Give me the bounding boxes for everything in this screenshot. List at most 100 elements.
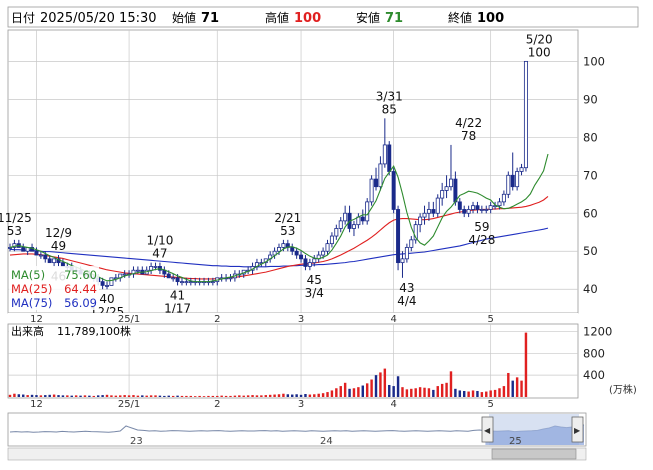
candle-down	[166, 273, 171, 279]
volume-bar-down	[361, 385, 364, 397]
annotation-date: 1/10	[146, 234, 173, 248]
candle-down	[34, 250, 39, 256]
candle-up	[444, 186, 449, 191]
candle-up	[277, 247, 281, 252]
volume-bar-up	[445, 382, 448, 397]
volume-bar-up	[326, 392, 329, 397]
volume-bar-up	[127, 395, 131, 397]
candle-up	[497, 201, 502, 207]
volume-bar-up	[273, 394, 276, 397]
volume-y-tick-label: 800	[583, 346, 605, 360]
navigator-scrollbar-thumb[interactable]	[491, 448, 577, 460]
candle-up	[149, 266, 154, 271]
candle-up	[351, 224, 356, 229]
price-y-tick-label: 50	[583, 244, 598, 258]
volume-bar-up	[370, 379, 373, 397]
volume-y-tick-label: 1200	[583, 324, 612, 338]
volume-bar-up	[365, 383, 369, 397]
volume-bar-up	[194, 396, 197, 397]
volume-bar-up	[52, 394, 56, 397]
price-y-tick-label: 40	[583, 282, 598, 296]
price-x-tick-label: 12	[30, 314, 43, 325]
volume-bar-up	[154, 395, 157, 397]
volume-bar-up	[149, 395, 153, 397]
volume-bar-down	[304, 394, 307, 397]
navigator-right-handle[interactable]: ▶	[571, 416, 584, 443]
candle-up	[422, 212, 427, 218]
candle-up	[501, 193, 506, 203]
volume-unit-label: (万株)	[609, 383, 637, 396]
annotation-value: 49	[51, 239, 66, 253]
volume-bar-up	[357, 387, 360, 397]
price-y-tick-label: 60	[583, 206, 598, 220]
volume-bar-up	[277, 394, 281, 397]
candle-down	[303, 258, 308, 267]
volume-bar-down	[458, 390, 462, 397]
volume-bar-up	[202, 396, 206, 397]
volume-bar-down	[61, 395, 65, 397]
candle-up	[105, 285, 110, 287]
candle-down	[290, 247, 295, 252]
volume-bar-up	[427, 388, 431, 397]
volume-bar-up	[66, 395, 69, 397]
candle-up	[400, 258, 405, 264]
candle-down	[175, 277, 180, 283]
candle-up	[471, 205, 476, 210]
candle-up	[171, 277, 176, 280]
navigator-label-23: 23	[130, 436, 143, 447]
annotation-value: 85	[382, 102, 397, 116]
volume-x-tick-label: 12	[30, 399, 43, 410]
volume-bar-up	[110, 395, 113, 397]
candle-down	[457, 201, 462, 210]
volume-bar-down	[388, 384, 391, 397]
price-x-tick-label: 5	[487, 314, 493, 325]
volume-bar-up	[423, 387, 426, 397]
candle-down	[47, 258, 52, 264]
volume-bar-up	[123, 395, 126, 397]
ma75-legend-value: 56.09	[64, 296, 97, 310]
volume-bar-down	[374, 375, 378, 397]
candle-up	[426, 209, 431, 214]
navigator-left-handle[interactable]: ◀	[481, 416, 494, 443]
volume-bar-up	[502, 386, 506, 397]
candle-down	[43, 254, 48, 260]
volume-bar-up	[268, 394, 272, 397]
candle-up	[109, 277, 114, 286]
volume-bar-down	[392, 386, 395, 397]
volume-bar-up	[282, 393, 285, 397]
volume-bar-up	[26, 395, 29, 397]
volume-bar-up	[83, 395, 87, 397]
volume-bar-down	[295, 394, 298, 397]
price-x-tick-label: 3	[298, 314, 304, 325]
volume-y-tick-label: 400	[583, 368, 605, 382]
volume-bar-up	[136, 395, 140, 397]
volume-bar-up	[436, 386, 439, 397]
volume-bar-up	[92, 395, 95, 397]
candle-up	[466, 209, 471, 214]
chevron-left-icon: ◀	[484, 426, 491, 435]
price-y-tick-label: 70	[583, 168, 598, 182]
candle-down	[462, 209, 467, 214]
candle-up	[329, 235, 334, 245]
low-value: 71	[385, 11, 403, 26]
volume-bar-down	[44, 395, 47, 397]
volume-bar-up	[145, 395, 148, 397]
chevron-right-icon: ▶	[574, 426, 581, 435]
close-label: 終値	[448, 10, 472, 25]
candle-up	[488, 205, 493, 210]
volume-bar-down	[35, 395, 38, 397]
volume-bar-down	[463, 390, 466, 397]
volume-bar-up	[105, 394, 109, 397]
candle-down	[299, 254, 304, 260]
candle-up	[338, 220, 343, 229]
volume-bar-up	[471, 390, 475, 397]
volume-bar-up	[246, 395, 250, 397]
ma5-legend-value: 75.60	[64, 268, 97, 282]
volume-bar-up	[515, 377, 519, 397]
candle-up	[210, 281, 215, 284]
volume-bar-up	[352, 388, 356, 397]
candle-up	[135, 269, 140, 272]
candle-up	[179, 281, 184, 284]
candle-up	[382, 144, 387, 165]
volume-bar-up	[74, 395, 78, 397]
